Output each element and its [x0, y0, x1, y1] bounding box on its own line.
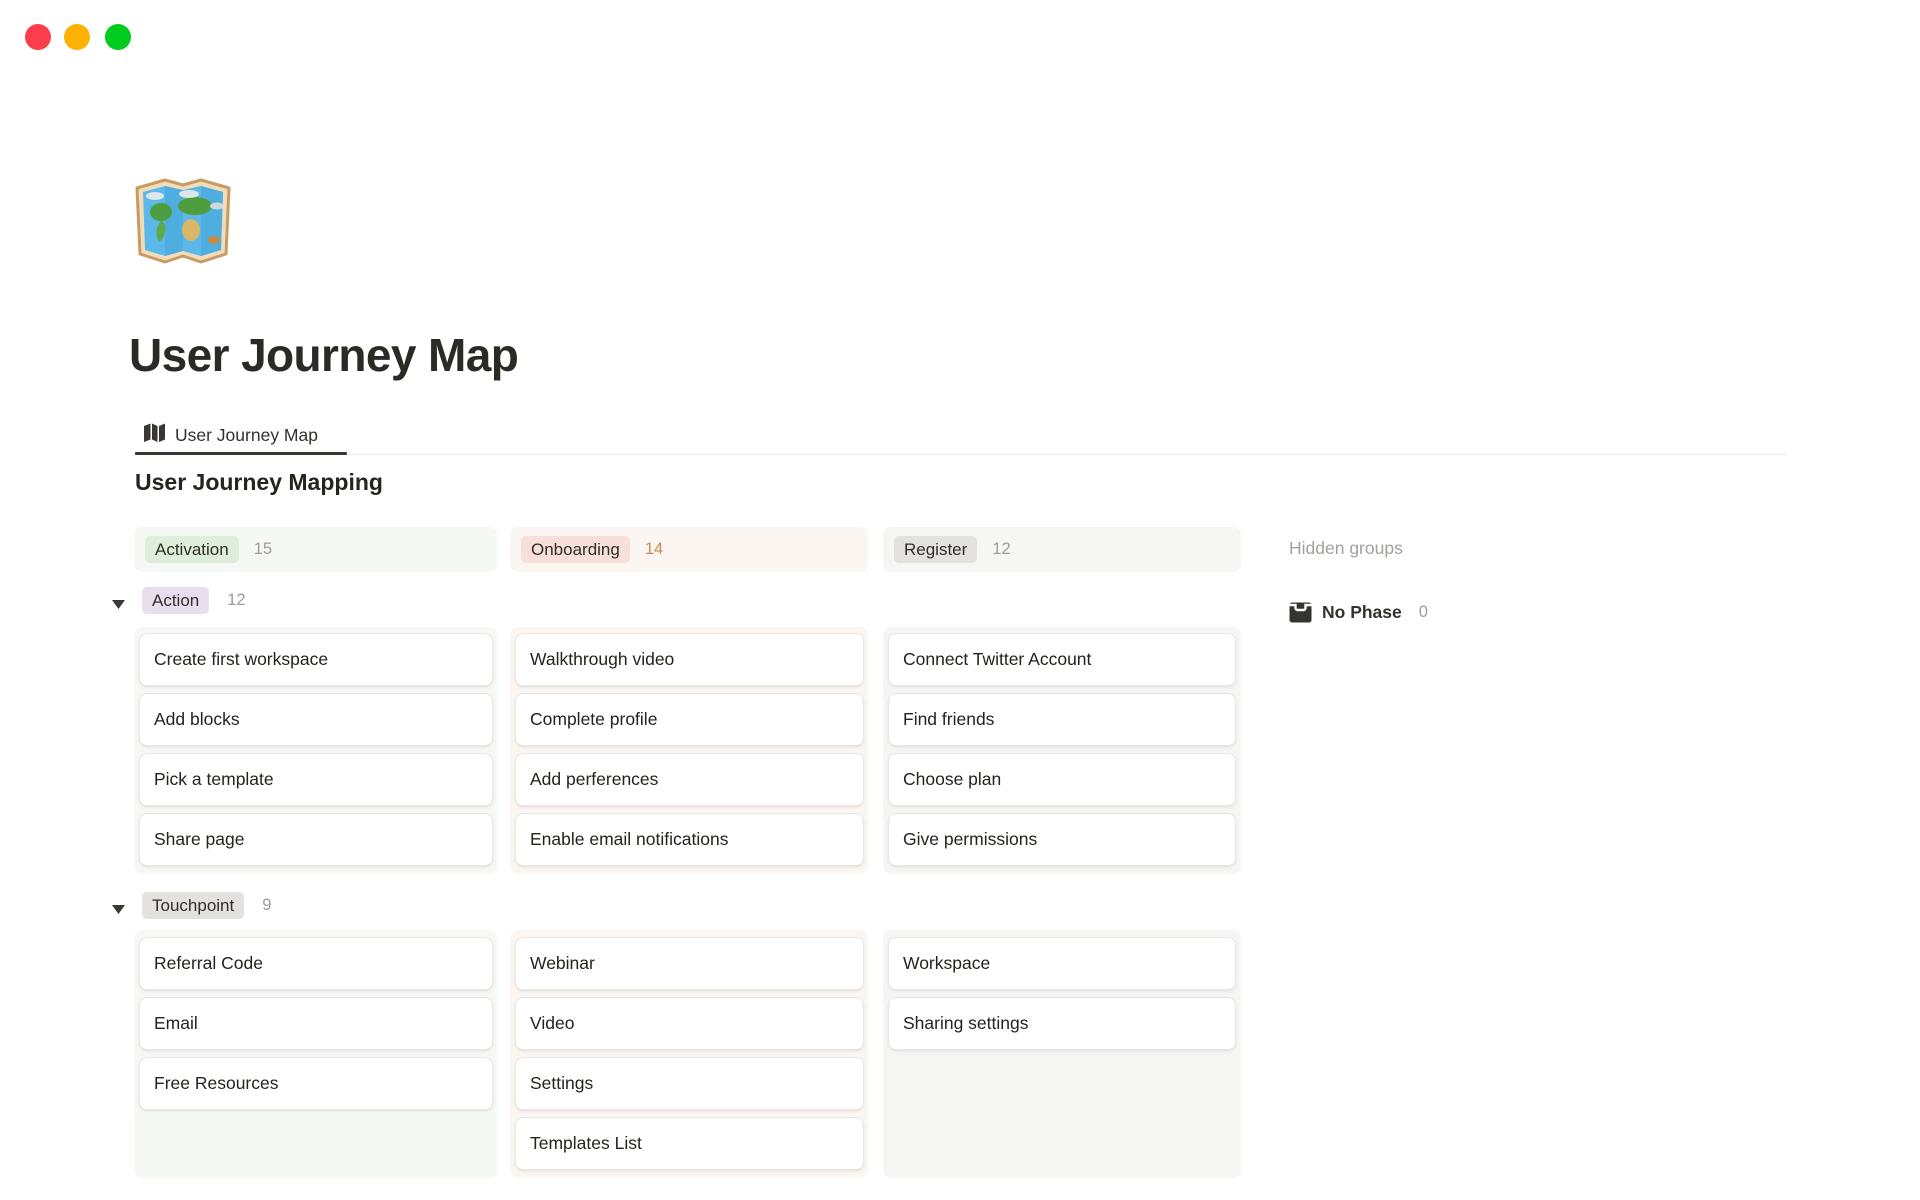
- card[interactable]: Choose plan: [888, 753, 1236, 806]
- card[interactable]: Free Resources: [139, 1057, 493, 1110]
- card[interactable]: Sharing settings: [888, 997, 1236, 1050]
- card[interactable]: Settings: [515, 1057, 864, 1110]
- board-view-icon: [143, 422, 166, 449]
- card[interactable]: Add perferences: [515, 753, 864, 806]
- page-title[interactable]: User Journey Map: [129, 328, 518, 382]
- window-zoom-button[interactable]: [105, 24, 131, 50]
- card[interactable]: Walkthrough video: [515, 633, 864, 686]
- active-tab-underline: [135, 452, 347, 455]
- card[interactable]: Add blocks: [139, 693, 493, 746]
- card[interactable]: Complete profile: [515, 693, 864, 746]
- group-header-touchpoint[interactable]: Touchpoint 9: [112, 892, 271, 919]
- view-title: User Journey Mapping: [135, 469, 383, 496]
- hidden-group-name: No Phase: [1322, 602, 1402, 623]
- card[interactable]: Connect Twitter Account: [888, 633, 1236, 686]
- world-map-icon[interactable]: [131, 172, 235, 268]
- triangle-down-icon[interactable]: [112, 901, 125, 910]
- column-pill-onboarding[interactable]: Onboarding: [521, 536, 630, 563]
- triangle-down-icon[interactable]: [112, 596, 125, 605]
- hidden-group-count: 0: [1419, 603, 1428, 622]
- card[interactable]: Templates List: [515, 1117, 864, 1170]
- card[interactable]: Workspace: [888, 937, 1236, 990]
- card[interactable]: Webinar: [515, 937, 864, 990]
- column-header-register: Register 12: [883, 527, 1241, 572]
- inbox-icon: [1289, 602, 1312, 623]
- card[interactable]: Find friends: [888, 693, 1236, 746]
- card[interactable]: Pick a template: [139, 753, 493, 806]
- column-count-onboarding: 14: [645, 540, 663, 559]
- card[interactable]: Give permissions: [888, 813, 1236, 866]
- column-count-register: 12: [992, 540, 1010, 559]
- card[interactable]: Enable email notifications: [515, 813, 864, 866]
- hidden-group-no-phase[interactable]: No Phase 0: [1289, 602, 1428, 623]
- tab-label: User Journey Map: [175, 425, 318, 446]
- group-count-action: 12: [227, 591, 245, 610]
- card[interactable]: Create first workspace: [139, 633, 493, 686]
- group-pill-action[interactable]: Action: [142, 587, 209, 614]
- column-pill-register[interactable]: Register: [894, 536, 977, 563]
- card[interactable]: Share page: [139, 813, 493, 866]
- window-minimize-button[interactable]: [64, 24, 90, 50]
- card[interactable]: Video: [515, 997, 864, 1050]
- column-pill-activation[interactable]: Activation: [145, 536, 239, 563]
- column-header-onboarding: Onboarding 14: [510, 527, 868, 572]
- tab-bar-divider: [135, 454, 1787, 455]
- group-pill-touchpoint[interactable]: Touchpoint: [142, 892, 244, 919]
- group-header-action[interactable]: Action 12: [112, 587, 246, 614]
- window-close-button[interactable]: [25, 24, 51, 50]
- hidden-groups-label: Hidden groups: [1289, 538, 1403, 559]
- card[interactable]: Referral Code: [139, 937, 493, 990]
- card[interactable]: Email: [139, 997, 493, 1050]
- group-count-touchpoint: 9: [262, 896, 271, 915]
- tab-user-journey-map[interactable]: User Journey Map: [143, 419, 318, 451]
- column-count-activation: 15: [254, 540, 272, 559]
- column-header-activation: Activation 15: [134, 527, 497, 572]
